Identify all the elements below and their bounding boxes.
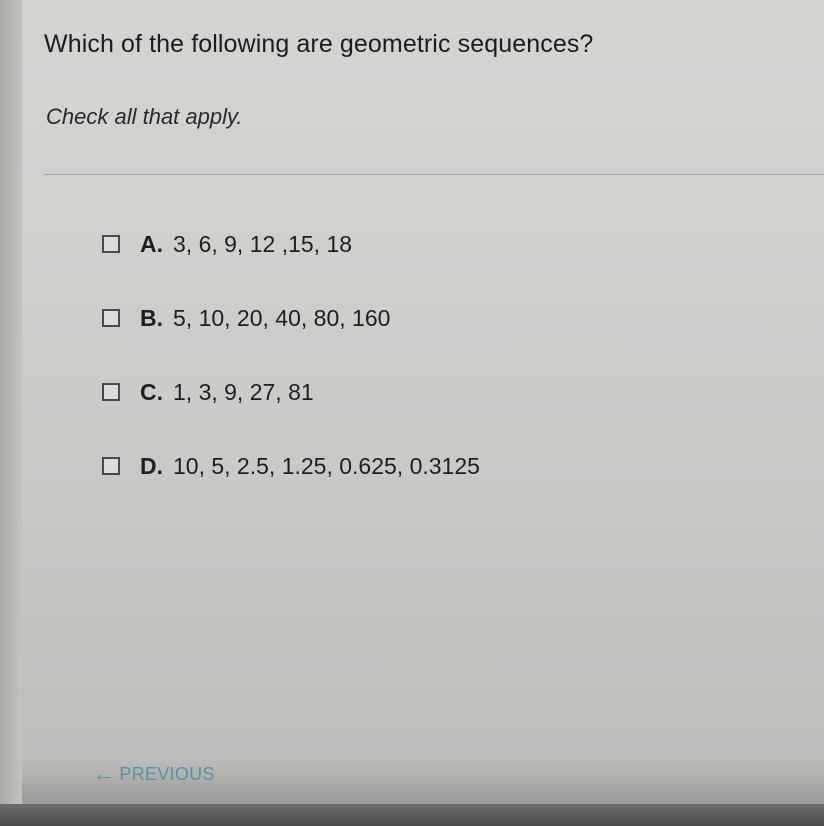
answer-options: A. 3, 6, 9, 12 ,15, 18 B. 5, 10, 20, 40,… bbox=[102, 226, 480, 522]
previous-label: PREVIOUS bbox=[119, 763, 215, 784]
option-b[interactable]: B. 5, 10, 20, 40, 80, 160 bbox=[102, 300, 480, 336]
previous-button[interactable]: ← PREVIOUS bbox=[93, 763, 215, 785]
option-d-letter: D. bbox=[140, 452, 163, 479]
left-arrow-icon: ← bbox=[93, 761, 116, 786]
divider bbox=[44, 174, 824, 175]
option-d[interactable]: D. 10, 5, 2.5, 1.25, 0.625, 0.3125 bbox=[102, 448, 480, 484]
screen-edge bbox=[0, 0, 22, 826]
instruction-text: Check all that apply. bbox=[46, 104, 243, 129]
option-a-checkbox[interactable] bbox=[102, 235, 120, 253]
option-c-checkbox[interactable] bbox=[102, 383, 120, 401]
option-c-letter: C. bbox=[140, 378, 163, 405]
question-text: Which of the following are geometric seq… bbox=[44, 30, 594, 58]
option-d-checkbox[interactable] bbox=[102, 457, 120, 475]
screen-bottom-edge bbox=[0, 804, 824, 826]
option-b-letter: B. bbox=[140, 304, 163, 331]
option-b-sequence: 5, 10, 20, 40, 80, 160 bbox=[173, 304, 391, 331]
option-d-sequence: 10, 5, 2.5, 1.25, 0.625, 0.3125 bbox=[173, 452, 480, 479]
quiz-screen: Which of the following are geometric seq… bbox=[0, 0, 824, 826]
option-b-checkbox[interactable] bbox=[102, 309, 120, 327]
option-c-sequence: 1, 3, 9, 27, 81 bbox=[173, 378, 314, 405]
option-a-letter: A. bbox=[140, 230, 163, 257]
option-c[interactable]: C. 1, 3, 9, 27, 81 bbox=[102, 374, 480, 410]
option-a-sequence: 3, 6, 9, 12 ,15, 18 bbox=[173, 230, 353, 257]
option-a[interactable]: A. 3, 6, 9, 12 ,15, 18 bbox=[102, 226, 480, 262]
